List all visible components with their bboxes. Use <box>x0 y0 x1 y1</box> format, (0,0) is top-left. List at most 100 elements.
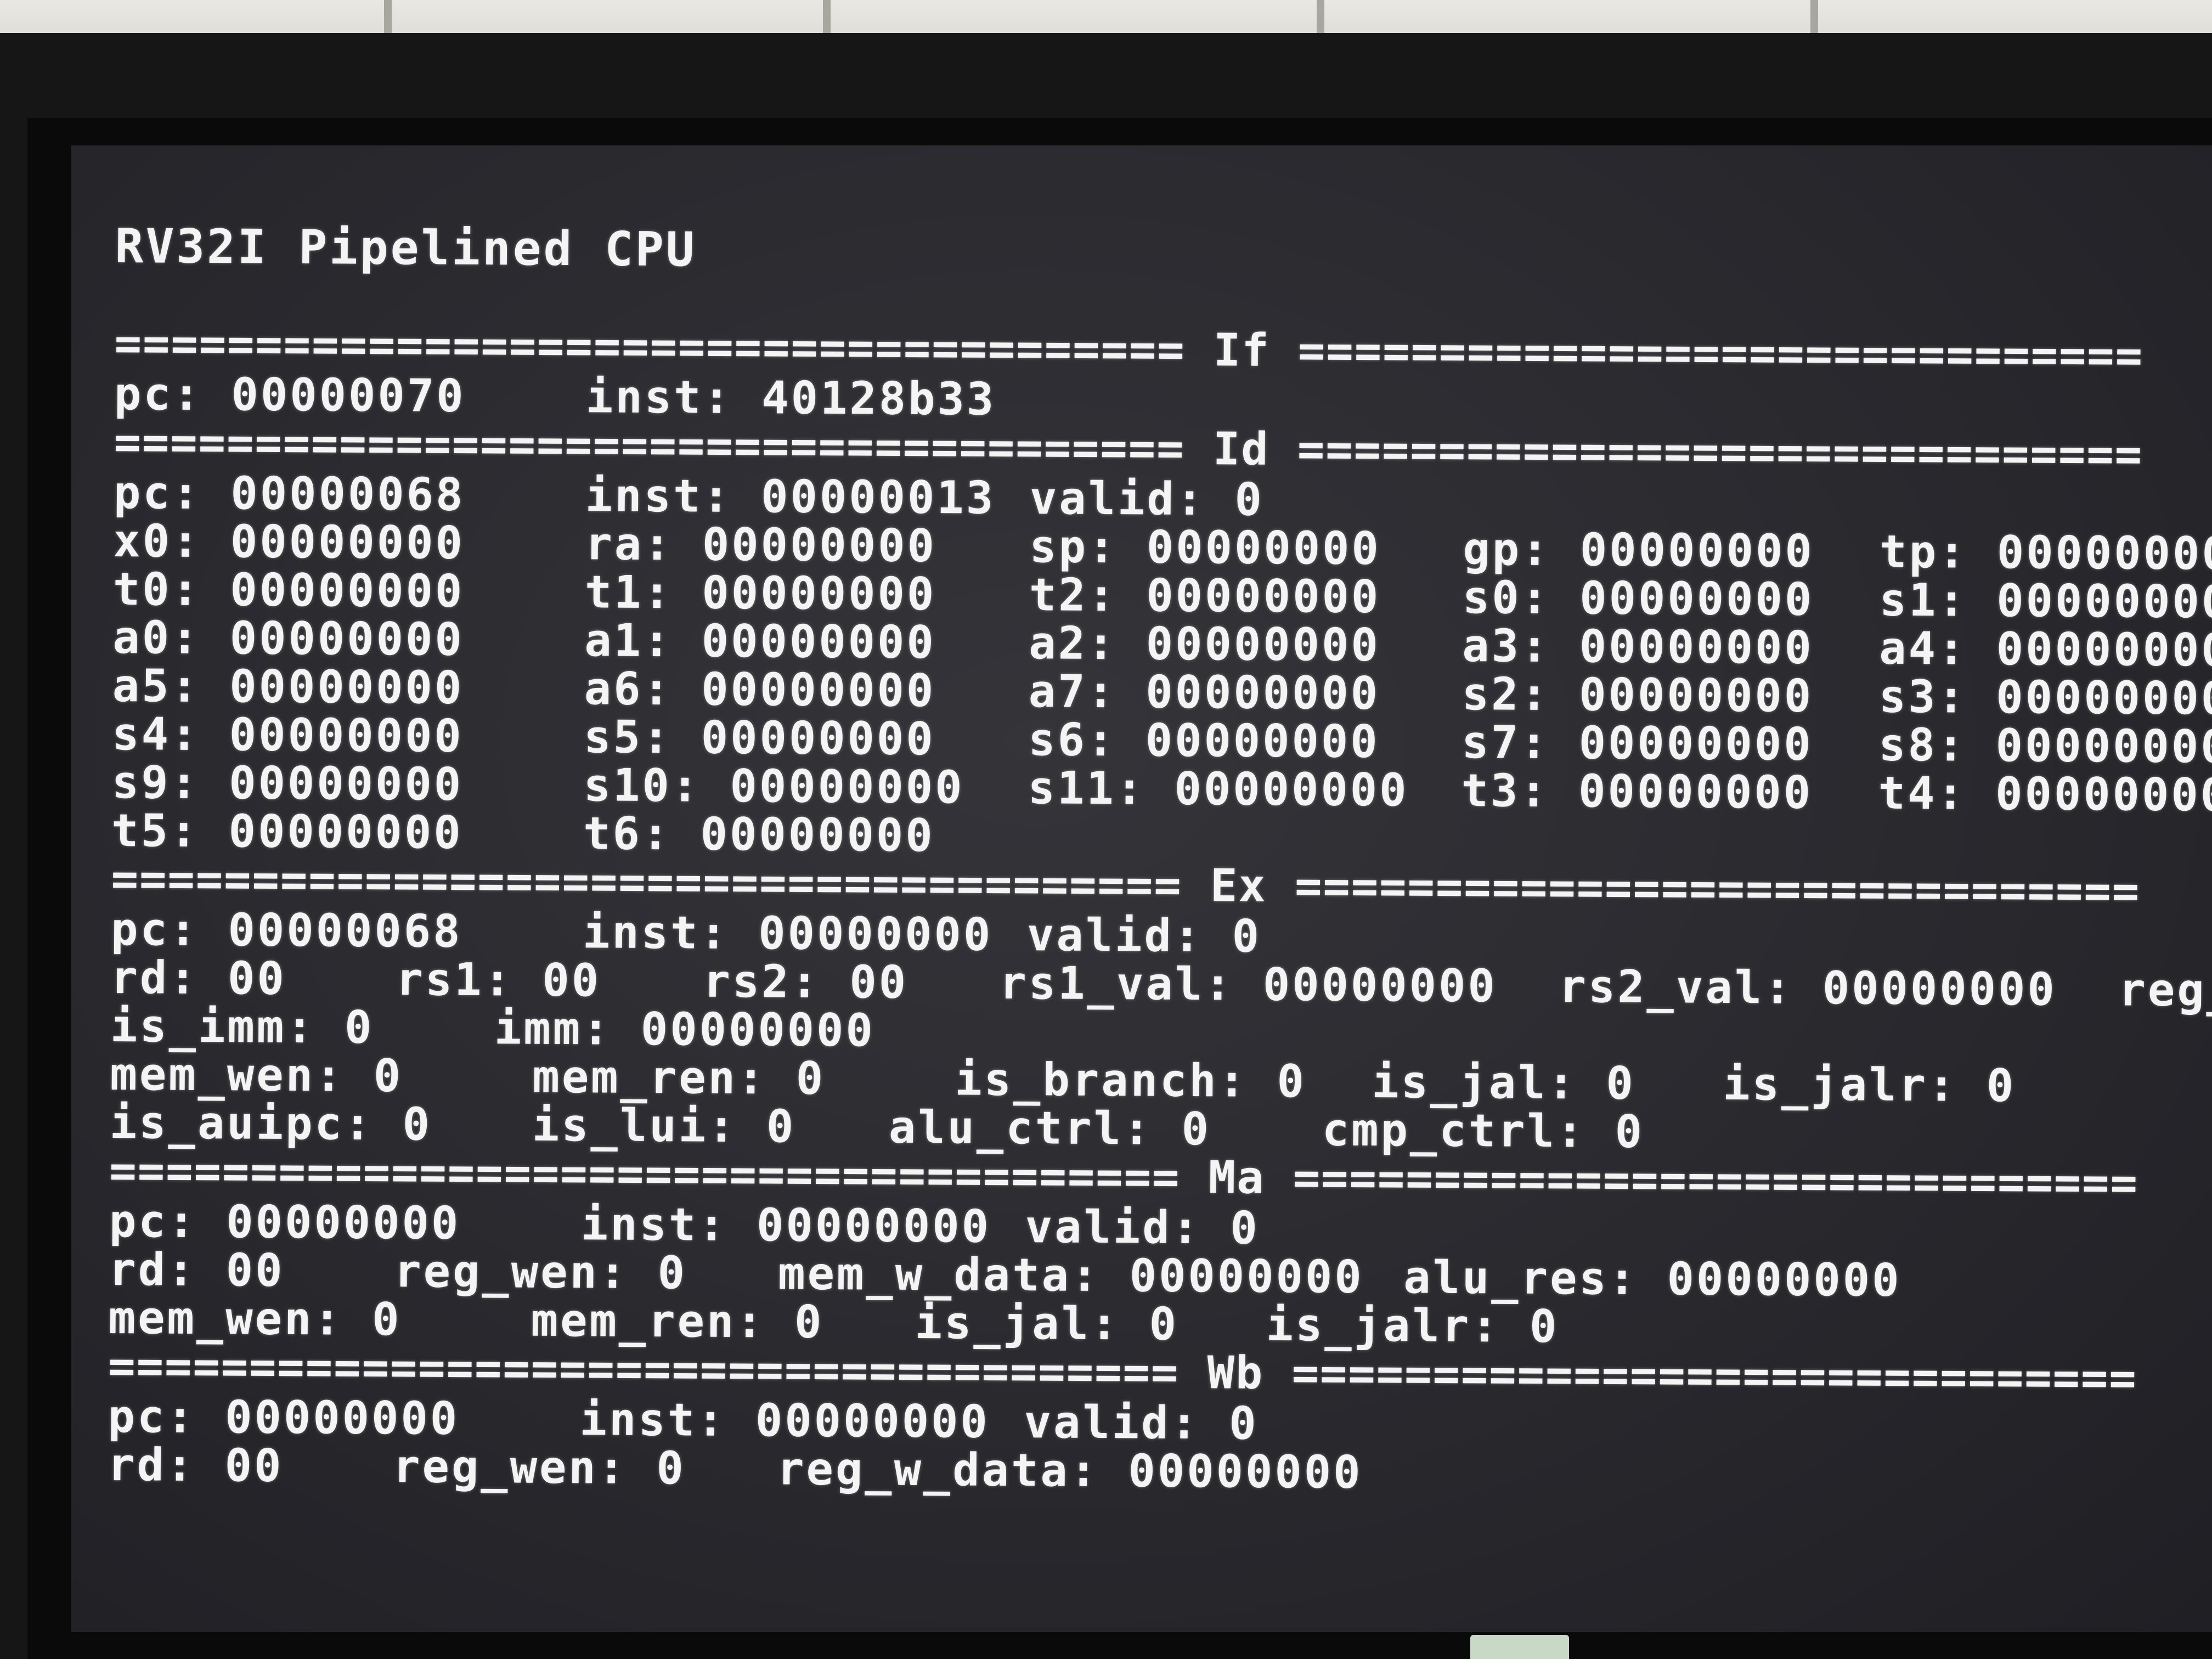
ma-mem-w-data: mem_w_data: 00000000 <box>778 1248 1364 1304</box>
register-value: 00000000 <box>1579 572 1814 626</box>
register-value: 00000000 <box>1146 618 1381 672</box>
register-cell: t5: 00000000 <box>111 805 584 859</box>
register-value: 00000000 <box>1579 620 1814 674</box>
register-name: s5: <box>583 711 672 764</box>
ma-reg-wen: reg_wen: 0 <box>394 1245 687 1300</box>
ma-is-jal: is_jal: 0 <box>915 1296 1179 1351</box>
register-value: 00000000 <box>1578 669 1814 723</box>
register-value: 00000000 <box>1578 765 1813 819</box>
register-cell: s9: 00000000 <box>111 756 584 811</box>
register-cell: s4: 00000000 <box>112 708 584 763</box>
ma-mem-wen: mem_wen: 0 <box>108 1291 402 1346</box>
ma-inst: inst: 00000000 <box>580 1198 991 1253</box>
register-name: t0: <box>112 563 201 616</box>
register-cell: s7: 00000000 <box>1461 716 1879 771</box>
ex-rs2-val: rs2_val: 00000000 <box>1559 961 2057 1016</box>
register-value: 00000000 <box>1995 719 2212 774</box>
register-cell: s0: 00000000 <box>1463 572 1880 626</box>
ex-is-auipc: is_auipc: 0 <box>109 1096 432 1151</box>
register-name: a7: <box>1028 665 1117 719</box>
register-value: 00000000 <box>702 518 937 573</box>
ex-pc: pc: 00000068 <box>110 903 462 958</box>
register-cell: s11: 00000000 <box>1028 762 1462 816</box>
ex-rd: rd: 00 <box>110 951 287 1005</box>
register-name: s1: <box>1879 574 1968 627</box>
ex-is-branch: is_branch: 0 <box>955 1053 1307 1108</box>
register-value: 00000000 <box>700 808 935 862</box>
register-name: t6: <box>583 808 672 861</box>
register-name: ra: <box>585 518 673 571</box>
ma-mem-ren: mem_ren: 0 <box>531 1294 824 1348</box>
register-name: a3: <box>1462 620 1550 673</box>
register-cell: t0: 00000000 <box>112 563 585 618</box>
register-value: 00000000 <box>701 663 936 718</box>
register-cell: s2: 00000000 <box>1462 668 1880 723</box>
register-cell: tp: 00000000 <box>1880 526 2212 580</box>
ex-rs1: rs1: 00 <box>396 953 601 1007</box>
register-name: a2: <box>1029 617 1117 670</box>
register-cell: a3: 00000000 <box>1462 620 1880 674</box>
ex-inst: inst: 00000000 <box>582 906 993 961</box>
register-cell: t6: 00000000 <box>583 808 1028 862</box>
id-register-file: x0: 00000000 ra: 00000000 sp: 00000000 gp: … <box>111 515 2212 868</box>
register-value: 00000000 <box>1579 524 1815 578</box>
ma-pc: pc: 00000000 <box>109 1195 461 1250</box>
register-cell: x0: 00000000 <box>113 515 585 569</box>
register-cell: s1: 00000000 <box>1879 574 2212 629</box>
register-name: x0: <box>113 515 201 568</box>
ma-alu-res: alu_res: 00000000 <box>1403 1251 1901 1307</box>
ma-valid: valid: 0 <box>1025 1201 1260 1255</box>
ex-mem-wen: mem_wen: 0 <box>110 1048 403 1103</box>
register-name: t1: <box>584 566 673 619</box>
register-value: 00000000 <box>1996 574 2212 629</box>
register-cell: s5: 00000000 <box>583 711 1029 765</box>
register-name: t3: <box>1461 765 1550 817</box>
ex-imm: imm: 00000000 <box>494 1002 876 1057</box>
register-name: sp: <box>1029 521 1118 574</box>
register-name: t2: <box>1029 569 1118 622</box>
ex-rs1-val: rs1_val: 00000000 <box>999 957 1498 1013</box>
register-cell: a6: 00000000 <box>584 663 1029 718</box>
register-cell: a7: 00000000 <box>1028 665 1463 720</box>
console-output: RV32I Pipelined CPU ====================… <box>107 219 2212 1503</box>
register-name: tp: <box>1880 526 1968 579</box>
register-value: 00000000 <box>230 516 465 569</box>
register-value: 00000000 <box>1578 717 1813 771</box>
wb-rd: rd: 00 <box>107 1438 284 1492</box>
register-cell: gp: 00000000 <box>1463 523 1880 578</box>
register-cell: a4: 00000000 <box>1879 623 2212 677</box>
register-cell: s3: 00000000 <box>1878 671 2212 725</box>
register-name: s9: <box>111 756 200 809</box>
register-value: 00000000 <box>228 757 464 811</box>
register-value: 00000000 <box>1995 768 2212 822</box>
register-name: a5: <box>112 659 201 713</box>
register-cell: t2: 00000000 <box>1029 569 1463 623</box>
ex-is-lui: is_lui: 0 <box>532 1099 796 1153</box>
register-name: s11: <box>1028 762 1146 815</box>
wb-reg-wen: reg_wen: 0 <box>392 1441 686 1495</box>
ma-rd: rd: 00 <box>109 1243 285 1297</box>
register-cell: t3: 00000000 <box>1461 765 1878 819</box>
register-name: s7: <box>1461 716 1550 769</box>
register-value: 00000000 <box>230 564 465 618</box>
ex-is-jalr: is_jalr: 0 <box>1723 1058 2016 1113</box>
register-name: a6: <box>584 663 673 716</box>
register-value: 00000000 <box>701 615 936 669</box>
register-cell: t4: 00000000 <box>1878 768 2212 822</box>
register-name: a0: <box>112 611 201 664</box>
ex-cmp-ctrl: cmp_ctrl: 0 <box>1322 1104 1645 1159</box>
register-name: s2: <box>1462 668 1550 721</box>
register-cell: a0: 00000000 <box>112 611 585 666</box>
console-title: RV32I Pipelined CPU <box>115 219 697 278</box>
register-name: s10: <box>583 759 701 812</box>
register-name: s8: <box>1878 719 1967 772</box>
register-name: s4: <box>112 708 200 761</box>
register-name: s6: <box>1028 714 1116 767</box>
wb-inst: inst: 00000000 <box>579 1393 990 1448</box>
register-cell: ra: 00000000 <box>585 518 1030 573</box>
register-cell: t1: 00000000 <box>584 566 1030 620</box>
register-name: a1: <box>584 614 673 668</box>
id-inst: inst: 00000013 <box>585 470 996 524</box>
ex-valid: valid: 0 <box>1026 909 1262 963</box>
register-value: 00000000 <box>229 709 464 763</box>
